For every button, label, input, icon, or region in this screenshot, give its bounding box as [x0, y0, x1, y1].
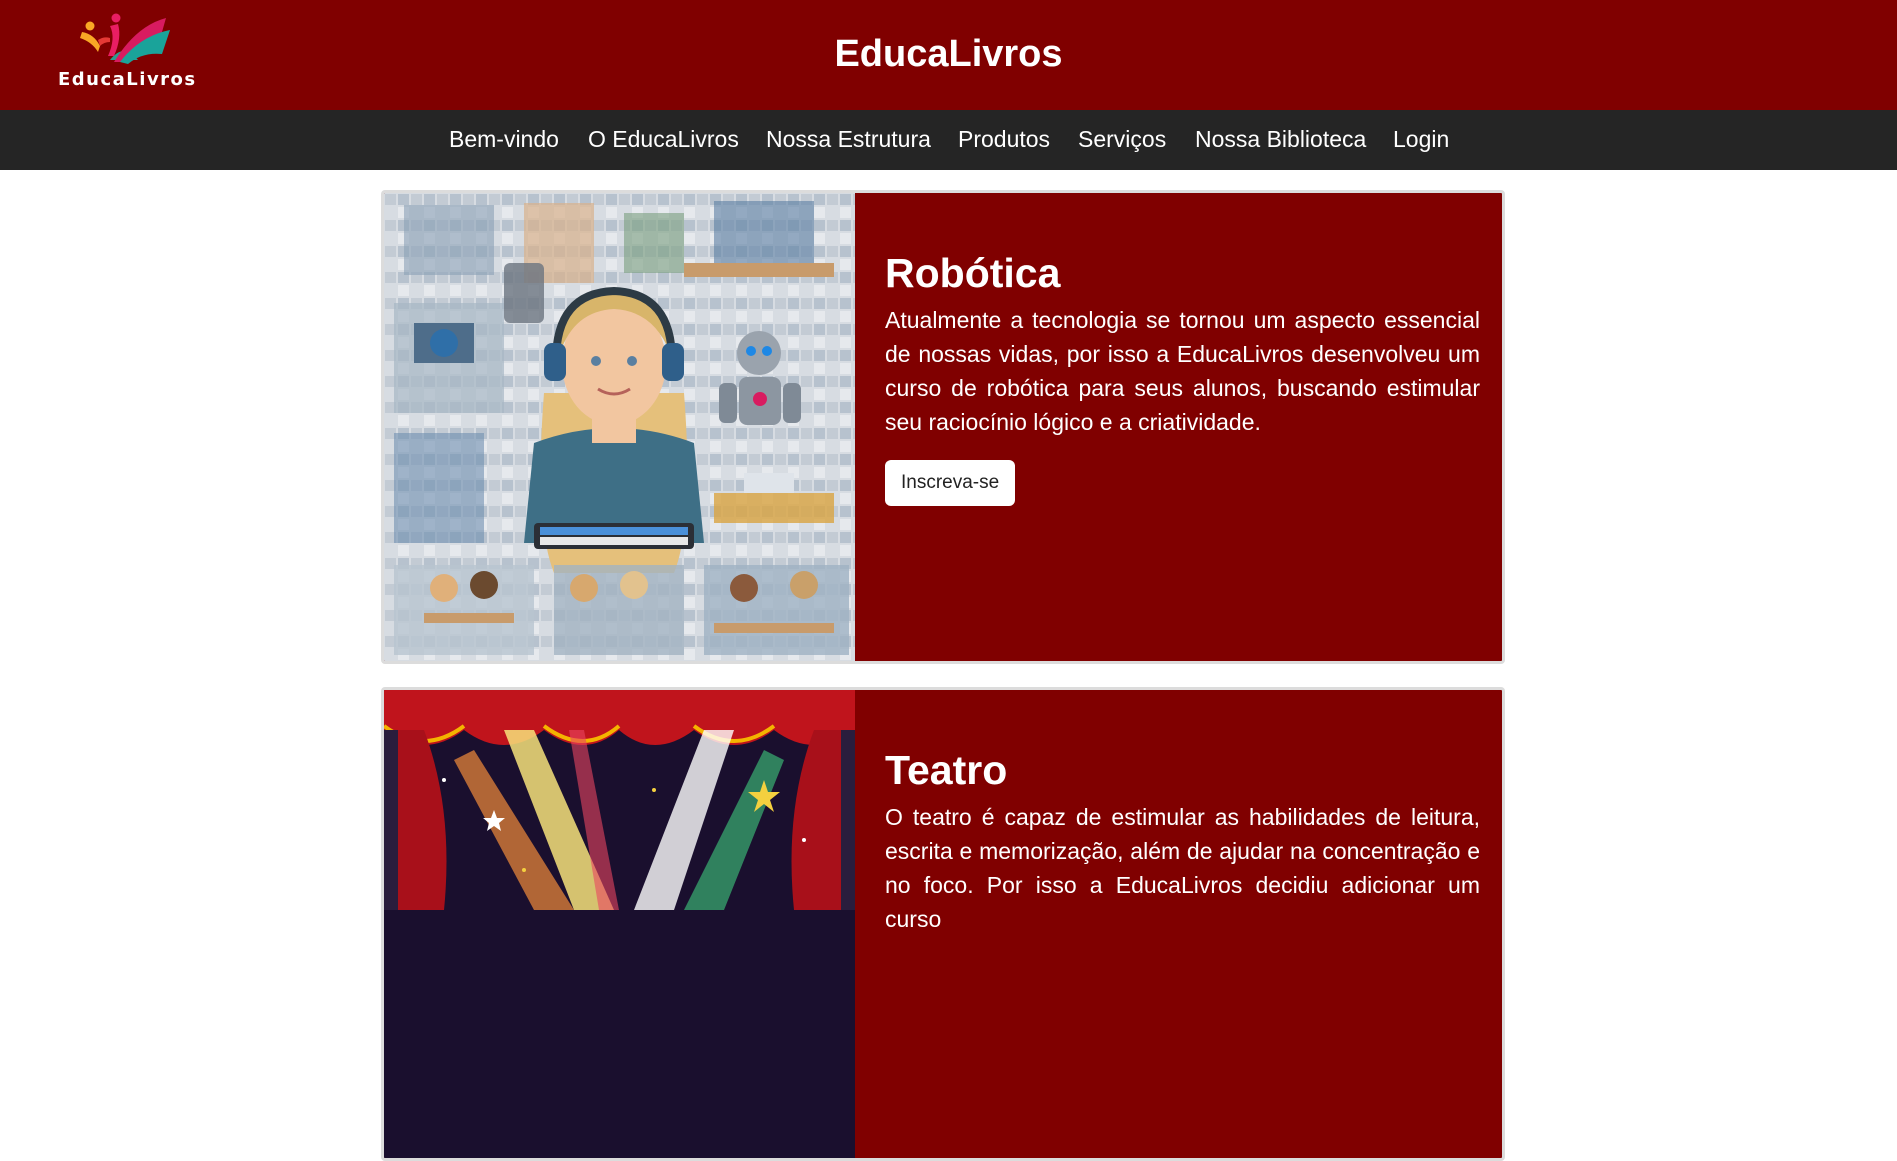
main-navigation: Bem-vindo O EducaLivros Nossa Estrutura … — [0, 110, 1897, 170]
course-title: Teatro — [885, 747, 1008, 793]
site-title: EducaLivros — [834, 33, 1063, 75]
theater-stage-illustration — [384, 690, 855, 1158]
nav-item-servicos[interactable]: Serviços — [1078, 126, 1166, 152]
course-card-robotica: Robótica Atualmente a tecnologia se torn… — [381, 190, 1505, 664]
robotics-image — [384, 193, 855, 661]
nav-item-produtos[interactable]: Produtos — [958, 126, 1050, 152]
theater-image — [384, 690, 855, 1158]
robotics-classroom-illustration — [384, 193, 855, 661]
course-card-teatro: Teatro O teatro é capaz de estimular as … — [381, 687, 1505, 1161]
nav-item-nossa-estrutura[interactable]: Nossa Estrutura — [766, 126, 931, 152]
course-card-body: Teatro O teatro é capaz de estimular as … — [885, 746, 1480, 936]
site-header: EducaLivros EducaLivros — [0, 0, 1897, 110]
course-title: Robótica — [885, 250, 1061, 296]
course-card-body: Robótica Atualmente a tecnologia se torn… — [885, 249, 1480, 506]
nav-item-nossa-biblioteca[interactable]: Nossa Biblioteca — [1195, 126, 1366, 152]
enroll-button[interactable]: Inscreva-se — [885, 460, 1016, 506]
course-description: Atualmente a tecnologia se tornou um asp… — [885, 307, 1480, 435]
nav-item-login[interactable]: Login — [1393, 126, 1449, 152]
course-description: O teatro é capaz de estimular as habilid… — [885, 804, 1480, 932]
nav-item-bem-vindo[interactable]: Bem-vindo — [449, 126, 559, 152]
nav-item-o-educalivros[interactable]: O EducaLivros — [588, 126, 739, 152]
